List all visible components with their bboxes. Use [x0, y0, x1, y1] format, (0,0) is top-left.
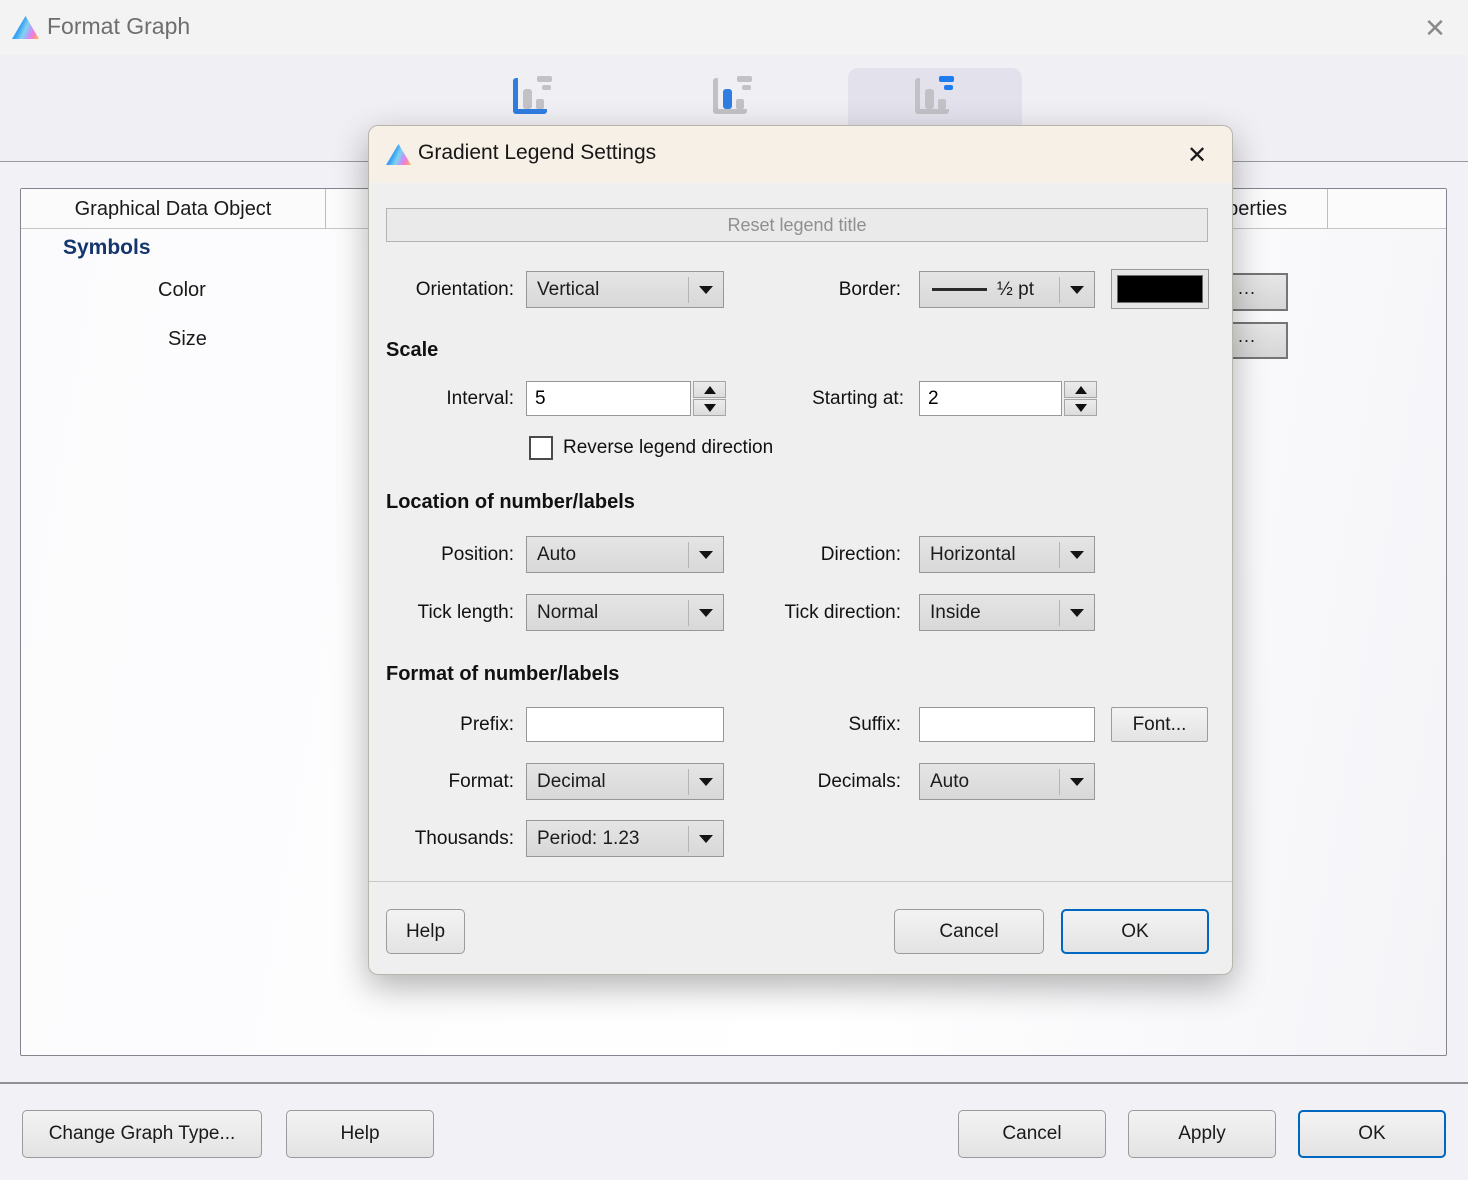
starting-at-label: Starting at: — [699, 381, 904, 416]
tick-direction-label: Tick direction: — [679, 594, 901, 631]
gradient-legend-settings-dialog: Gradient Legend Settings ✕ Reset legend … — [368, 125, 1233, 975]
apply-button[interactable]: Apply — [1128, 1110, 1276, 1158]
object-row-color[interactable]: Color — [158, 279, 206, 302]
format-value: Decimal — [527, 771, 688, 793]
decimals-label: Decimals: — [701, 763, 901, 800]
orientation-label: Orientation: — [369, 271, 514, 308]
chevron-down-icon — [1060, 551, 1094, 559]
bar-chart-icon — [710, 74, 756, 120]
triangle-up-icon — [1075, 386, 1087, 394]
border-thickness-value: ½ pt — [997, 279, 1059, 301]
tick-direction-value: Inside — [920, 602, 1059, 624]
decimals-select[interactable]: Auto — [919, 763, 1095, 800]
prism-logo-icon — [386, 144, 411, 165]
interval-spinner — [526, 381, 726, 416]
direction-select[interactable]: Horizontal — [919, 536, 1095, 573]
border-label: Border: — [701, 271, 901, 308]
format-label: Format: — [369, 763, 514, 800]
position-label: Position: — [369, 536, 514, 573]
thousands-select[interactable]: Period: 1.23 — [526, 820, 724, 857]
line-sample-icon — [932, 288, 987, 291]
starting-at-input[interactable] — [919, 381, 1062, 416]
window-close-button[interactable]: ✕ — [1416, 10, 1454, 46]
tick-length-value: Normal — [527, 602, 688, 624]
dialog-help-button[interactable]: Help — [386, 909, 465, 954]
dialog-title: Gradient Legend Settings — [418, 141, 656, 165]
thousands-label: Thousands: — [369, 820, 514, 857]
starting-at-spinner — [919, 381, 1097, 416]
window-title: Format Graph — [47, 13, 190, 40]
cancel-button[interactable]: Cancel — [958, 1110, 1106, 1158]
column-divider — [1327, 189, 1328, 229]
reverse-legend-direction-checkbox[interactable] — [529, 436, 553, 460]
dialog-footer-separator — [369, 881, 1232, 882]
footer-separator — [0, 1082, 1468, 1084]
orientation-select[interactable]: Vertical — [526, 271, 724, 308]
suffix-label: Suffix: — [701, 707, 901, 742]
reset-legend-title-button[interactable]: Reset legend title — [386, 208, 1208, 242]
help-button[interactable]: Help — [286, 1110, 434, 1158]
border-color-value — [1117, 275, 1203, 303]
dialog-cancel-button[interactable]: Cancel — [894, 909, 1044, 954]
direction-value: Horizontal — [920, 544, 1059, 566]
column-header-graphical-data-object: Graphical Data Object — [21, 189, 326, 229]
dialog-ok-button[interactable]: OK — [1061, 909, 1209, 954]
format-select[interactable]: Decimal — [526, 763, 724, 800]
position-value: Auto — [527, 544, 688, 566]
border-thickness-select[interactable]: ½ pt — [919, 271, 1095, 308]
dialog-body: Reset legend title Orientation: Vertical… — [369, 183, 1232, 976]
tick-length-label: Tick length: — [369, 594, 514, 631]
font-button[interactable]: Font... — [1111, 707, 1208, 742]
starting-at-spin-up-button[interactable] — [1064, 381, 1097, 398]
object-row-size[interactable]: Size — [168, 328, 207, 351]
direction-label: Direction: — [701, 536, 901, 573]
ok-button[interactable]: OK — [1298, 1110, 1446, 1158]
bar-chart-icon — [510, 74, 556, 120]
prefix-input[interactable] — [526, 707, 724, 742]
chevron-down-icon — [689, 835, 723, 843]
triangle-down-icon — [1075, 404, 1087, 412]
border-color-swatch[interactable] — [1111, 269, 1209, 309]
chevron-down-icon — [1060, 609, 1094, 617]
interval-label: Interval: — [369, 381, 514, 416]
suffix-input[interactable] — [919, 707, 1095, 742]
tick-direction-select[interactable]: Inside — [919, 594, 1095, 631]
object-row-symbols[interactable]: Symbols — [63, 236, 151, 260]
chevron-down-icon — [1060, 778, 1094, 786]
orientation-value: Vertical — [527, 279, 688, 301]
dialog-close-button[interactable]: ✕ — [1178, 136, 1216, 174]
change-graph-type-button[interactable]: Change Graph Type... — [22, 1110, 262, 1158]
prism-logo-icon — [12, 16, 39, 39]
starting-at-spin-down-button[interactable] — [1064, 399, 1097, 416]
reverse-legend-direction-label: Reverse legend direction — [563, 436, 963, 460]
bar-chart-icon — [912, 74, 958, 120]
dialog-titlebar: Gradient Legend Settings ✕ — [369, 126, 1232, 183]
position-select[interactable]: Auto — [526, 536, 724, 573]
prefix-label: Prefix: — [369, 707, 514, 742]
location-section-header: Location of number/labels — [386, 491, 635, 514]
chevron-down-icon — [1060, 286, 1094, 294]
format-section-header: Format of number/labels — [386, 663, 619, 686]
scale-section-header: Scale — [386, 339, 438, 362]
decimals-value: Auto — [920, 771, 1059, 793]
thousands-value: Period: 1.23 — [527, 828, 688, 850]
window-titlebar: Format Graph ✕ — [0, 0, 1468, 55]
interval-input[interactable] — [526, 381, 691, 416]
